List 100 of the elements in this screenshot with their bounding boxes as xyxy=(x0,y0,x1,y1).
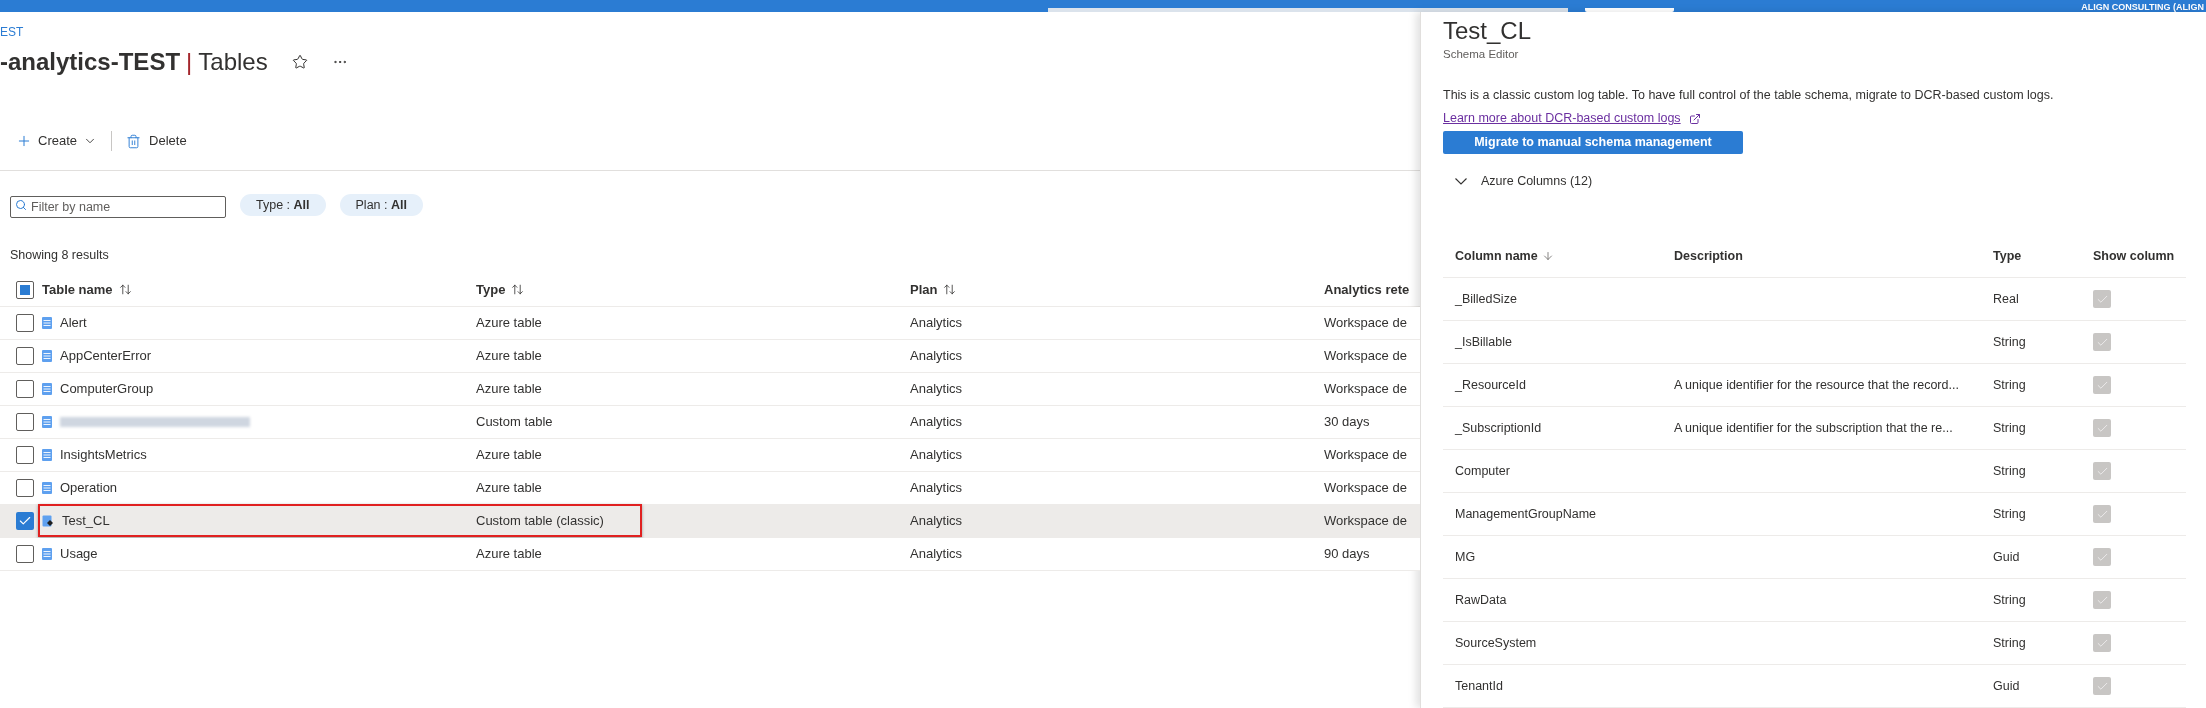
table-cell-text: 30 days xyxy=(1324,413,1371,432)
filter-pill[interactable]: Type : All xyxy=(240,194,326,216)
table-cell-text: Workspace de xyxy=(1324,347,1408,366)
table-cell-text: Workspace de xyxy=(1324,380,1408,399)
table-cell-text: TenantId xyxy=(1455,677,1504,695)
trash-icon xyxy=(126,133,142,149)
delete-button[interactable]: Delete xyxy=(112,131,187,151)
table-cell-text: SourceSystem xyxy=(1455,634,1538,652)
table-cell-text: Real xyxy=(1993,290,2020,308)
notice-text: This is a classic custom log table. To have full control of the table schema, migrate to DCR-based custom logs. xyxy=(1443,87,2054,105)
table-icon xyxy=(42,416,52,428)
sort-icon xyxy=(943,283,957,296)
table-cell-text: Azure table xyxy=(476,545,543,564)
row-checkbox[interactable] xyxy=(16,380,34,398)
table-cell-text: Analytics xyxy=(910,347,964,366)
search-icon xyxy=(15,199,27,211)
table-name[interactable]: Test_CL xyxy=(62,511,110,531)
sort-icon xyxy=(1541,250,1554,262)
table-cell-text: _IsBillable xyxy=(1455,333,1513,351)
panel-subtitle: Schema Editor xyxy=(1443,47,1519,63)
column-header[interactable]: Table name xyxy=(42,279,476,300)
table-name[interactable]: Operation xyxy=(60,478,118,498)
table-cell-text: _BilledSize xyxy=(1455,290,1518,308)
table-cell-text: Analytics xyxy=(910,545,964,564)
table-cell-text: String xyxy=(1993,634,2027,652)
table-cell-text: Azure table xyxy=(476,446,543,465)
row-checkbox[interactable] xyxy=(16,512,34,530)
filter-pill[interactable]: Plan : All xyxy=(339,194,423,216)
table-name[interactable]: Usage xyxy=(60,544,98,564)
table-cell-text: Guid xyxy=(1993,677,2021,695)
filter-field[interactable]: Filter by name xyxy=(10,196,226,218)
table-name[interactable]: AppCenterError xyxy=(60,346,152,366)
table-cell-text: Azure table xyxy=(476,479,543,498)
migrate-button[interactable]: Migrate to manual schema management xyxy=(1443,131,1743,154)
learn-more-link[interactable]: Learn more about DCR-based custom logs xyxy=(1443,109,1681,129)
table-cell-text: String xyxy=(1993,333,2027,351)
table-name[interactable]: Alert xyxy=(60,313,87,333)
column-header[interactable]: Type xyxy=(476,279,910,300)
column-header[interactable]: Type xyxy=(1993,246,2093,266)
create-button[interactable]: Create xyxy=(16,131,113,151)
column-header[interactable]: Analytics rete xyxy=(1324,279,1420,300)
table-cell-text: Custom table xyxy=(476,413,554,432)
table-cell-text: Azure table xyxy=(476,380,543,399)
table-cell-text: _SubscriptionId xyxy=(1455,419,1543,437)
table-icon xyxy=(42,317,52,329)
external-link-icon xyxy=(1688,112,1701,125)
table-cell-text: Analytics xyxy=(910,512,964,531)
plus-icon xyxy=(16,133,32,149)
sort-icon xyxy=(511,283,525,296)
table-name[interactable]: InsightsMetrics xyxy=(60,445,147,465)
table-cell-text: Workspace de xyxy=(1324,446,1408,465)
select-all-checkbox[interactable] xyxy=(16,280,34,299)
table-cell-text: Custom table (classic) xyxy=(476,512,605,531)
column-header[interactable]: Plan xyxy=(910,279,1324,300)
table-name[interactable]: ComputerGroup xyxy=(60,379,154,399)
accordion-header[interactable]: Azure Columns (12) xyxy=(1443,153,2186,209)
results-count: Showing 8 results xyxy=(10,246,109,264)
table-cell-text: ManagementGroupName xyxy=(1455,505,1598,523)
row-checkbox[interactable] xyxy=(16,479,34,497)
table-cell-text: String xyxy=(1993,462,2027,480)
table-row[interactable]: Test_CL Custom table (classic) Analytics Workspace de xyxy=(0,505,1420,538)
row-checkbox[interactable] xyxy=(16,413,34,431)
row-checkbox[interactable] xyxy=(16,314,34,332)
table-cell-text: Azure table xyxy=(476,347,543,366)
column-header[interactable]: Column name xyxy=(1455,246,1674,266)
check-icon xyxy=(18,514,32,528)
table-cell-text: Workspace de xyxy=(1324,512,1408,531)
table-cell: A unique identifier for the resource that the record... xyxy=(1674,377,1959,392)
column-header[interactable]: Show column xyxy=(2093,246,2186,266)
star-icon[interactable] xyxy=(291,54,308,70)
table-icon xyxy=(42,383,52,395)
table-cell-text: Analytics xyxy=(910,479,964,498)
table-icon xyxy=(42,548,52,560)
table-cell-text: Computer xyxy=(1455,462,1511,480)
table-icon xyxy=(42,449,52,461)
breadcrumb-link[interactable]: EST xyxy=(0,24,24,40)
table-cell-text: _ResourceId xyxy=(1455,376,1527,394)
sort-icon xyxy=(118,283,132,296)
table-cell-text: Azure table xyxy=(476,314,543,333)
row-checkbox[interactable] xyxy=(16,545,34,563)
panel-title: Test_CL xyxy=(1443,16,1532,47)
table-cell-text: Workspace de xyxy=(1324,314,1408,333)
row-checkbox[interactable] xyxy=(16,347,34,365)
table-icon xyxy=(42,515,54,527)
row-checkbox[interactable] xyxy=(16,446,34,464)
table-cell: A unique identifier for the subscription that the re... xyxy=(1674,420,1953,435)
page-title: -analytics-TEST | Tables xyxy=(0,47,268,77)
column-header[interactable]: Description xyxy=(1674,246,1993,266)
table-cell-text: 90 days xyxy=(1324,545,1371,564)
table-cell-text: String xyxy=(1993,591,2027,609)
table-cell-text: String xyxy=(1993,419,2027,437)
table-cell-text: String xyxy=(1993,505,2027,523)
table-cell-text: Analytics xyxy=(910,446,964,465)
table-cell-text: Guid xyxy=(1993,548,2021,566)
chevron-icon xyxy=(1455,177,1467,185)
table-cell-text: MG xyxy=(1455,548,1477,566)
table-cell-text: Workspace de xyxy=(1324,479,1408,498)
table-icon xyxy=(42,350,52,362)
table-cell-text: Analytics xyxy=(910,314,964,333)
account-name[interactable]: ALIGN CONSULTING (ALIGN xyxy=(2081,2,2206,12)
